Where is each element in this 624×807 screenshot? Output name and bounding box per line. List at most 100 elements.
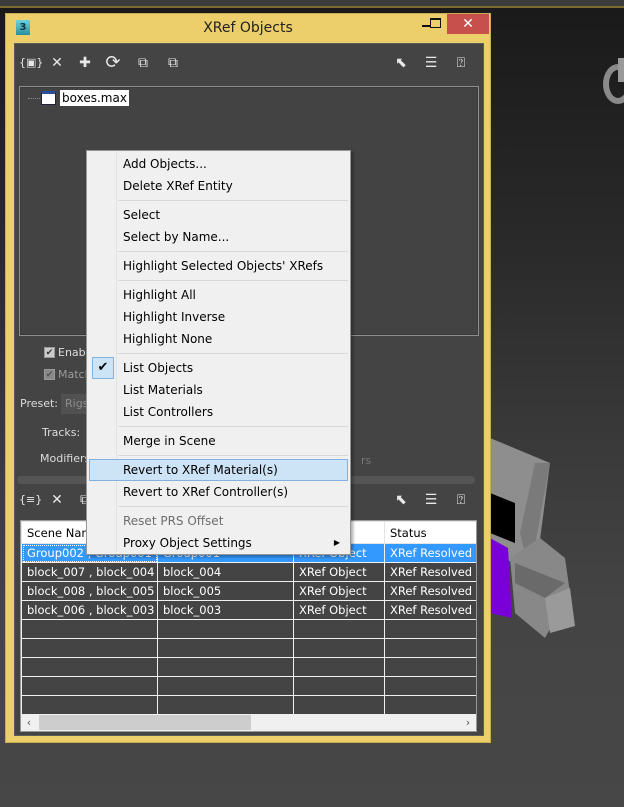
empty-cell bbox=[21, 695, 158, 715]
menu-separator bbox=[118, 280, 348, 281]
empty-cell bbox=[384, 638, 476, 658]
table-row[interactable]: block_006 , block_003 block_003 XRef Obj… bbox=[21, 600, 476, 620]
merge-icon[interactable]: ⧉ bbox=[133, 53, 153, 73]
empty-cell bbox=[293, 657, 385, 677]
menu-item-delete-xref-entity[interactable]: Delete XRef Entity bbox=[89, 175, 348, 197]
viewport-top-edge bbox=[0, 0, 624, 8]
menu-item-label: List Controllers bbox=[123, 405, 214, 419]
menu-item-label: List Materials bbox=[123, 383, 203, 397]
empty-cell bbox=[21, 676, 158, 696]
menu-item-list-objects[interactable]: ✔ List Objects bbox=[89, 357, 348, 379]
menu-item-revert-to-xref-materials[interactable]: Revert to XRef Material(s) bbox=[89, 459, 348, 481]
empty-cell bbox=[384, 676, 476, 696]
empty-cell bbox=[384, 695, 476, 715]
menu-item-label: Highlight None bbox=[123, 332, 213, 346]
modifiers-label: Modifiers bbox=[40, 452, 91, 465]
cell-status: XRef Resolved bbox=[384, 543, 476, 563]
empty-cell bbox=[21, 657, 158, 677]
select-icon[interactable]: ⬉ bbox=[391, 53, 411, 73]
menu-separator bbox=[118, 251, 348, 252]
checkmark-icon: ✔ bbox=[92, 357, 114, 379]
cell-type: XRef Object bbox=[293, 600, 385, 620]
empty-cell bbox=[384, 657, 476, 677]
menu-separator bbox=[118, 353, 348, 354]
select-by-name-icon[interactable]: ☰ bbox=[421, 53, 441, 73]
menu-item-highlight-inverse[interactable]: Highlight Inverse bbox=[89, 306, 348, 328]
menu-item-highlight-none[interactable]: Highlight None bbox=[89, 328, 348, 350]
menu-item-label: Revert to XRef Material(s) bbox=[123, 463, 278, 477]
menu-item-select-by-name[interactable]: Select by Name... bbox=[89, 226, 348, 248]
table-row[interactable]: block_007 , block_004 block_004 XRef Obj… bbox=[21, 562, 476, 582]
table-row[interactable]: block_008 , block_005 block_005 XRef Obj… bbox=[21, 581, 476, 601]
highlight-icon[interactable]: ⍰ bbox=[451, 53, 471, 73]
cell-source-name: block_004 bbox=[157, 562, 294, 582]
cell-scene-name: block_007 , block_004 bbox=[21, 562, 158, 582]
title-bar[interactable]: 3 XRef Objects ✕ bbox=[6, 14, 490, 43]
empty-cell bbox=[21, 619, 158, 639]
empty-cell bbox=[384, 619, 476, 639]
menu-separator bbox=[118, 200, 348, 201]
menu-item-label: Select by Name... bbox=[123, 230, 230, 244]
highlight-icon[interactable]: ⍰ bbox=[451, 490, 471, 510]
menu-item-label: Merge in Scene bbox=[123, 434, 216, 448]
select-by-name-icon[interactable]: ☰ bbox=[421, 490, 441, 510]
menu-item-label: Highlight All bbox=[123, 288, 196, 302]
context-menu: Add Objects... Delete XRef Entity Select… bbox=[86, 150, 351, 555]
cell-status: XRef Resolved bbox=[384, 581, 476, 601]
enable-checkbox[interactable]: ✔ bbox=[44, 347, 55, 358]
empty-row bbox=[21, 695, 476, 715]
cell-status: XRef Resolved bbox=[384, 600, 476, 620]
empty-cell bbox=[293, 638, 385, 658]
xref-file-icon[interactable]: {▣} bbox=[19, 53, 43, 73]
xref-files-toolbar: {▣} ✕ ✚ ⟳ ⧉ ⧉ ⬉ ☰ ⍰ bbox=[15, 49, 483, 77]
menu-item-label: Add Objects... bbox=[123, 157, 207, 171]
dragon-model-head bbox=[618, 58, 624, 82]
empty-row bbox=[21, 638, 476, 658]
menu-separator bbox=[118, 506, 348, 507]
menu-item-list-materials[interactable]: List Materials bbox=[89, 379, 348, 401]
empty-row bbox=[21, 676, 476, 696]
boxes-model bbox=[490, 438, 575, 638]
menu-item-highlight-selected-xrefs[interactable]: Highlight Selected Objects' XRefs bbox=[89, 255, 348, 277]
close-button[interactable]: ✕ bbox=[447, 14, 489, 34]
tracks-label: Tracks: bbox=[42, 426, 81, 439]
menu-item-list-controllers[interactable]: List Controllers bbox=[89, 401, 348, 423]
empty-cell bbox=[157, 657, 294, 677]
empty-cell bbox=[157, 619, 294, 639]
menu-item-select[interactable]: Select bbox=[89, 204, 348, 226]
grid-horizontal-scrollbar[interactable]: ‹ › bbox=[21, 714, 476, 731]
modifiers-suffix: rs bbox=[361, 454, 372, 467]
scroll-right-arrow-icon[interactable]: › bbox=[460, 714, 476, 731]
menu-item-revert-to-xref-controllers[interactable]: Revert to XRef Controller(s) bbox=[89, 481, 348, 503]
menu-item-label: List Objects bbox=[123, 361, 194, 375]
cell-source-name: block_003 bbox=[157, 600, 294, 620]
empty-cell bbox=[157, 676, 294, 696]
remove-entity-icon[interactable]: ✕ bbox=[47, 490, 67, 510]
add-icon[interactable]: ✚ bbox=[75, 53, 95, 73]
menu-item-proxy-object-settings[interactable]: Proxy Object Settings ▶ bbox=[89, 532, 348, 554]
select-icon[interactable]: ⬉ bbox=[391, 490, 411, 510]
menu-item-highlight-all[interactable]: Highlight All bbox=[89, 284, 348, 306]
tree-connector bbox=[28, 98, 40, 99]
convert-selected-icon[interactable]: ⧉ bbox=[163, 53, 183, 73]
remove-icon[interactable]: ✕ bbox=[47, 53, 67, 73]
menu-item-label: Proxy Object Settings bbox=[123, 536, 252, 550]
column-header-status[interactable]: Status bbox=[384, 521, 476, 544]
tree-item-boxes-max[interactable]: boxes.max bbox=[60, 90, 129, 106]
refresh-icon[interactable]: ⟳ bbox=[103, 53, 123, 73]
cell-scene-name: block_006 , block_003 bbox=[21, 600, 158, 620]
empty-row bbox=[21, 657, 476, 677]
menu-separator bbox=[118, 455, 348, 456]
cell-type: XRef Object bbox=[293, 581, 385, 601]
submenu-arrow-icon: ▶ bbox=[333, 538, 340, 547]
empty-cell bbox=[157, 638, 294, 658]
menu-item-merge-in-scene[interactable]: Merge in Scene bbox=[89, 430, 348, 452]
menu-item-label: Select bbox=[123, 208, 161, 222]
xref-entity-icon[interactable]: {≡} bbox=[19, 490, 42, 510]
scrollbar-thumb[interactable] bbox=[39, 715, 251, 730]
match-checkbox[interactable]: ✔ bbox=[44, 369, 55, 380]
cell-scene-name: block_008 , block_005 bbox=[21, 581, 158, 601]
menu-item-add-objects[interactable]: Add Objects... bbox=[89, 153, 348, 175]
menu-item-label: Reset PRS Offset bbox=[123, 514, 224, 528]
scroll-left-arrow-icon[interactable]: ‹ bbox=[21, 714, 37, 731]
